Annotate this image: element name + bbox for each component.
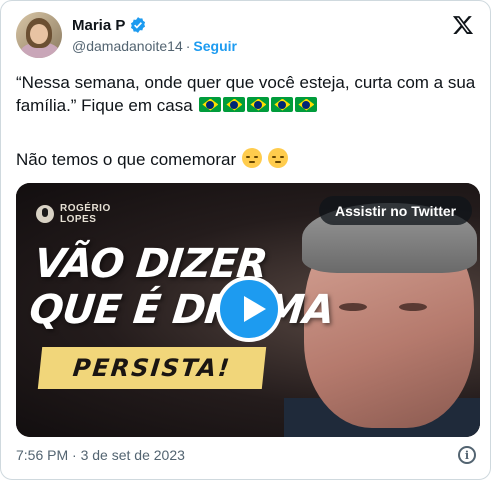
- tweet-text-line1: “Nessa semana, onde quer que você esteja…: [16, 73, 476, 115]
- brazil-flag-emoji: [247, 97, 270, 112]
- channel-brand: ROGÉRIO LOPES: [36, 203, 111, 225]
- tweet-card: Maria P @damadanoite14 · Seguir “Nessa s…: [0, 0, 491, 480]
- x-logo-icon[interactable]: [452, 14, 474, 36]
- author-row: Maria P: [72, 15, 147, 35]
- separator: ·: [185, 38, 191, 54]
- tweet-text: “Nessa semana, onde quer que você esteja…: [16, 71, 478, 117]
- watch-on-twitter-button[interactable]: Assistir no Twitter: [319, 196, 473, 225]
- brazil-flag-emoji: [199, 97, 222, 112]
- handle-row: @damadanoite14 · Seguir: [72, 38, 237, 54]
- microphone-icon: [36, 205, 54, 223]
- author-name[interactable]: Maria P: [72, 17, 125, 34]
- disappointed-face-emoji: [267, 148, 288, 168]
- headline-line1: VÃO DIZER: [32, 241, 269, 287]
- tweet-timestamp[interactable]: 7:56 PM · 3 de set de 2023: [16, 447, 185, 463]
- headline-line2: QUE É DRAMA: [27, 287, 336, 333]
- verified-badge-icon: [131, 17, 146, 33]
- play-icon[interactable]: [216, 276, 282, 342]
- avatar[interactable]: [16, 12, 62, 58]
- follow-button[interactable]: Seguir: [193, 38, 237, 54]
- brazil-flag-emoji: [271, 97, 294, 112]
- brazil-flag-emoji: [223, 97, 246, 112]
- video-headline: VÃO DIZER QUE É DRAMA: [27, 241, 340, 333]
- tweet-text-line2: Não temos o que comemorar: [16, 150, 237, 169]
- banner-label: PERSISTA!: [37, 347, 267, 389]
- brand-line1: ROGÉRIO: [60, 203, 111, 214]
- relieved-face-emoji: [241, 148, 262, 168]
- video-thumbnail[interactable]: ROGÉRIO LOPES VÃO DIZER QUE É DRAMA PERS…: [16, 183, 480, 437]
- tweet-text-2: Não temos o que comemorar: [16, 148, 288, 171]
- brazil-flag-emoji: [295, 97, 318, 112]
- brand-line2: LOPES: [60, 214, 97, 225]
- author-handle[interactable]: @damadanoite14: [72, 38, 183, 54]
- info-icon[interactable]: i: [458, 446, 476, 464]
